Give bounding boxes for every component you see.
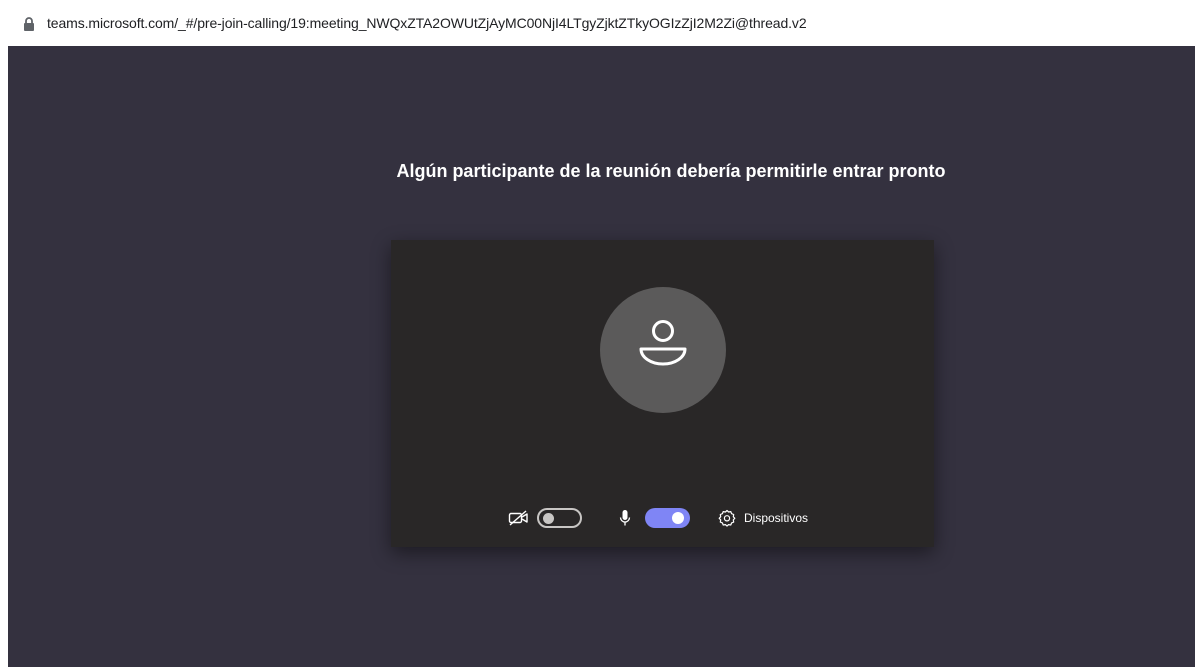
gear-icon [718,509,736,527]
avatar [600,287,726,413]
lock-icon[interactable] [23,17,35,31]
devices-button[interactable]: Dispositivos [718,507,808,529]
microphone-toggle-knob [672,512,684,524]
camera-toggle[interactable] [537,508,582,528]
device-controls: Dispositivos [391,503,934,531]
page: teams.microsoft.com/_#/pre-join-calling/… [0,0,1195,667]
camera-toggle-knob [543,513,554,524]
video-preview: Dispositivos [391,240,934,547]
microphone-icon [619,509,631,527]
pre-join-stage: Algún participante de la reunión debería… [8,46,1195,667]
microphone-toggle[interactable] [645,508,690,528]
camera-off-icon [508,510,530,526]
lobby-message: Algún participante de la reunión debería… [396,161,946,181]
person-icon [639,320,687,366]
devices-label: Dispositivos [744,511,809,525]
url-text[interactable]: teams.microsoft.com/_#/pre-join-calling/… [47,15,807,31]
browser-address-bar[interactable]: teams.microsoft.com/_#/pre-join-calling/… [0,0,1195,46]
